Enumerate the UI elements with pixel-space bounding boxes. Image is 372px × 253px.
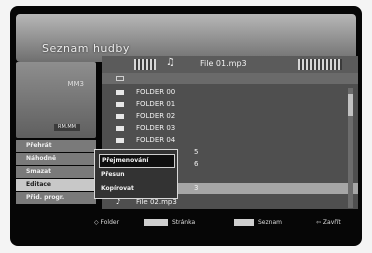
menu-item-play[interactable]: Přehrát xyxy=(16,140,96,152)
progress-indicator-icon xyxy=(298,59,342,70)
submenu-item-rename[interactable]: Přejmenování xyxy=(99,154,175,168)
list-item-label: 6 xyxy=(194,160,199,168)
edit-submenu: Přejmenování Přesun Kopírovat xyxy=(94,149,178,199)
level-indicator-icon xyxy=(134,59,156,70)
menu-item-add-program[interactable]: Přid. progr. xyxy=(16,192,96,204)
list-item-label: FOLDER 01 xyxy=(136,100,176,108)
footer-page-hint: Stránka xyxy=(172,219,196,226)
submenu-item-move[interactable]: Přesun xyxy=(99,169,173,181)
folder-icon xyxy=(116,114,124,119)
action-menu: Přehrát Náhodně Smazat Editace Přid. pro… xyxy=(16,140,96,205)
menu-item-delete[interactable]: Smazat xyxy=(16,166,96,178)
list-button-icon xyxy=(234,219,254,226)
list-item[interactable]: FOLDER 02 xyxy=(102,111,358,122)
menu-screen: Seznam hudby ♫ File 01.mp3 MM3 RM.MM FOL… xyxy=(10,6,362,246)
disc-type-label: MM3 xyxy=(67,80,84,88)
submenu-item-copy[interactable]: Kopírovat xyxy=(99,183,173,195)
list-item-label: 3 xyxy=(194,184,199,192)
footer-back-hint: ⇦ Zavřít xyxy=(316,219,341,226)
list-item-label: 5 xyxy=(194,148,199,156)
list-item-label: FOLDER 02 xyxy=(136,112,176,120)
current-file-label: File 01.mp3 xyxy=(200,59,247,68)
list-item[interactable]: FOLDER 01 xyxy=(102,99,358,110)
folder-icon xyxy=(116,138,124,143)
file-info-bar: ♫ File 01.mp3 xyxy=(102,56,358,73)
music-note-icon: ♫ xyxy=(166,57,175,68)
scrollbar-thumb[interactable] xyxy=(348,94,353,116)
info-panel: MM3 RM.MM xyxy=(16,62,96,138)
list-item[interactable]: FOLDER 04 xyxy=(102,135,358,146)
page-button-icon xyxy=(144,219,168,226)
menu-item-random[interactable]: Náhodně xyxy=(16,153,96,165)
list-item[interactable]: FOLDER 03 xyxy=(102,123,358,134)
list-item-label: FOLDER 00 xyxy=(136,88,176,96)
folder-icon xyxy=(116,102,124,107)
header-bar: Seznam hudby xyxy=(16,14,356,62)
footer-folder-hint: ◇ Folder xyxy=(94,219,120,226)
list-item-label: File 02.mp3 xyxy=(136,198,177,206)
folder-icon xyxy=(116,126,124,131)
info-badge: RM.MM xyxy=(54,124,80,131)
list-item[interactable]: FOLDER 00 xyxy=(102,87,358,98)
menu-item-edit[interactable]: Editace xyxy=(16,179,96,191)
list-item-label: FOLDER 03 xyxy=(136,124,176,132)
footer-list-hint: Seznam xyxy=(258,219,282,226)
page-title: Seznam hudby xyxy=(42,42,130,55)
folder-icon xyxy=(116,90,124,95)
parent-folder-icon xyxy=(116,76,124,81)
footer-hints: ◇ Folder Stránka Seznam ⇦ Zavřít xyxy=(94,216,356,230)
list-item-up[interactable] xyxy=(102,73,358,84)
music-file-icon: ♪ xyxy=(116,198,121,206)
list-item-label: FOLDER 04 xyxy=(136,136,176,144)
